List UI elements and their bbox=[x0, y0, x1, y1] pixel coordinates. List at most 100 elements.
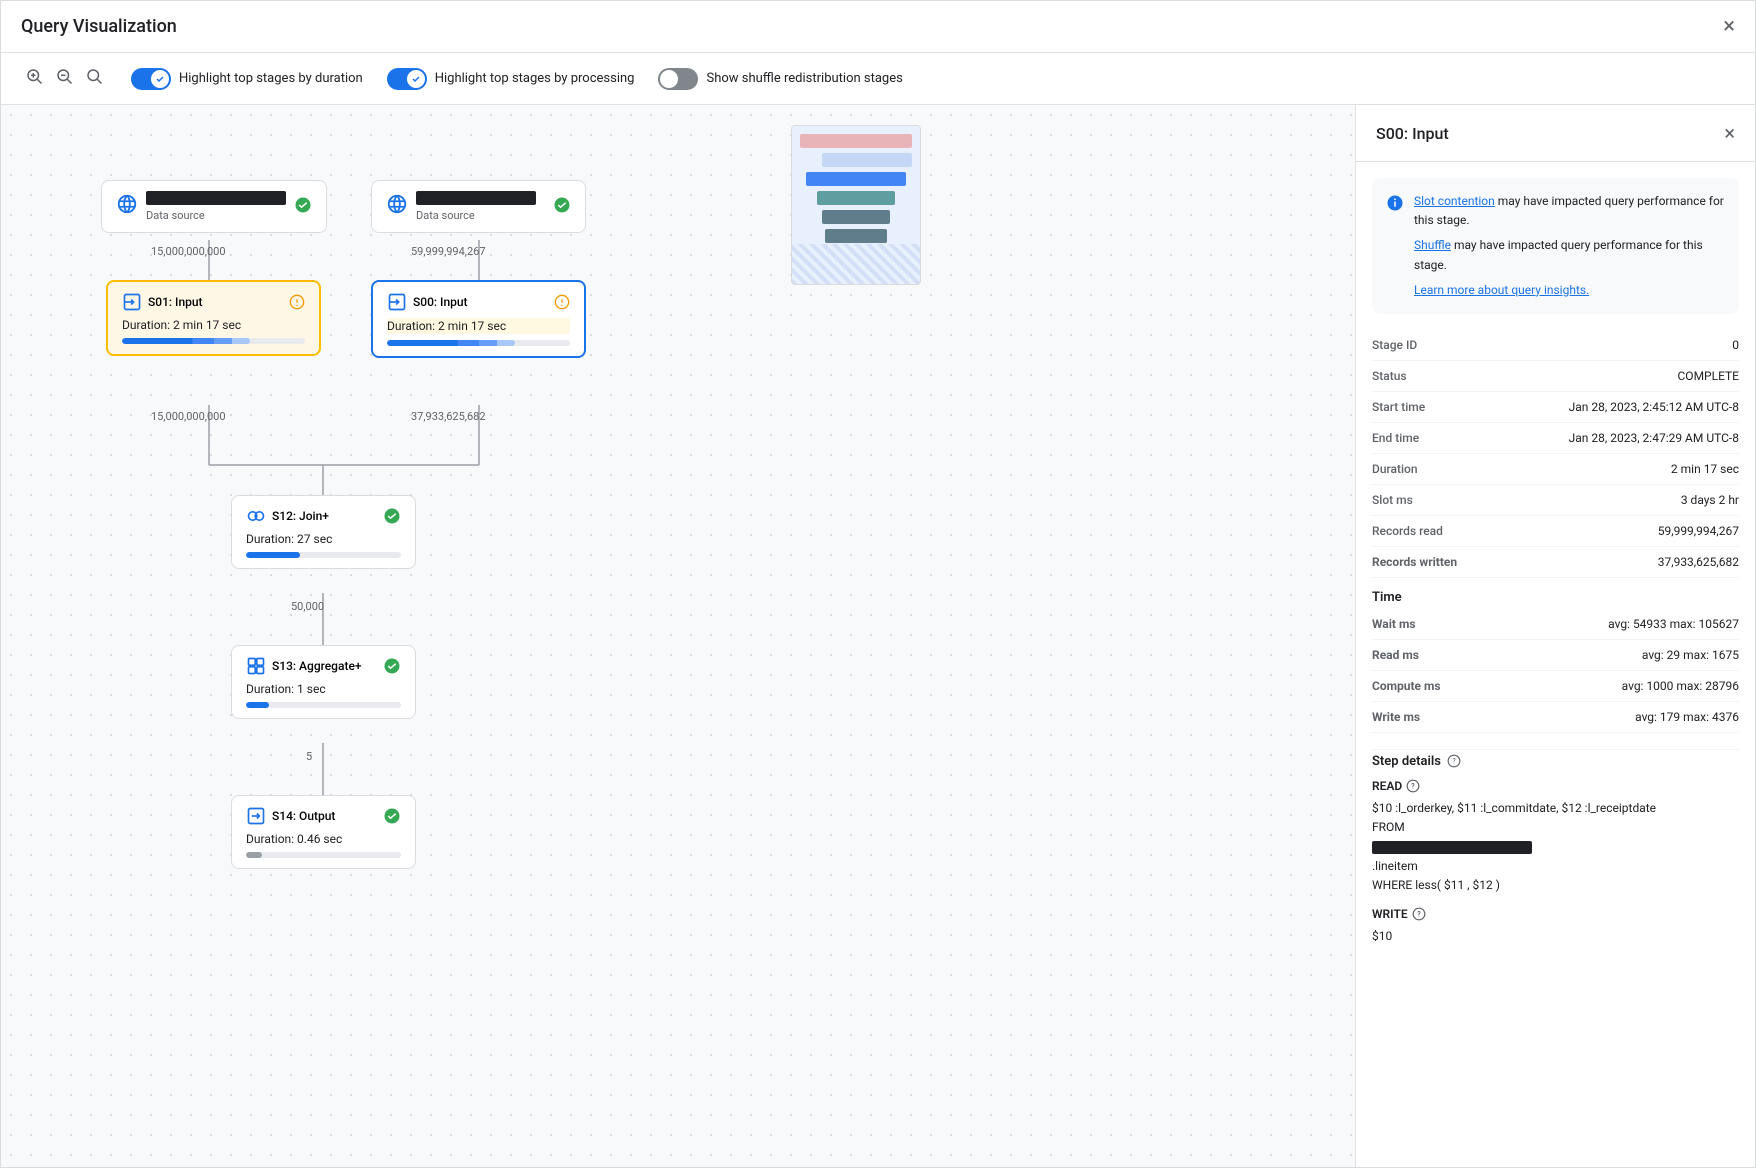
datasource-left-label: Data source bbox=[146, 209, 286, 222]
wait-ms-label: Wait ms bbox=[1372, 617, 1492, 631]
info-box: Slot contention may have impacted query … bbox=[1372, 178, 1739, 314]
detail-row-slotms: Slot ms 3 days 2 hr bbox=[1372, 485, 1739, 516]
count-label-s13-s14: 5 bbox=[306, 750, 312, 763]
s12-duration: Duration: 27 sec bbox=[246, 532, 401, 546]
s14-title: S14: Output bbox=[272, 809, 335, 823]
step-details-help-icon: ? bbox=[1447, 754, 1461, 768]
toggle-shuffle-label: Show shuffle redistribution stages bbox=[706, 71, 902, 86]
write-step-value: $10 bbox=[1372, 927, 1739, 946]
detail-row-wait-ms: Wait ms avg: 54933 max: 105627 bbox=[1372, 609, 1739, 640]
table-name-redacted bbox=[1372, 841, 1532, 854]
s00-duration: Duration: 2 min 17 sec bbox=[387, 318, 570, 334]
dialog-title: Query Visualization bbox=[21, 16, 177, 37]
s14-node[interactable]: S14: Output Duration: 0.46 sec bbox=[231, 795, 416, 869]
s01-progress-bar bbox=[122, 338, 305, 344]
s00-node[interactable]: S00: Input Duration: 2 min 17 sec bbox=[371, 280, 586, 358]
start-time-label: Start time bbox=[1372, 400, 1492, 414]
right-panel: S00: Input × Slot contention may have im… bbox=[1355, 105, 1755, 1167]
svg-text:?: ? bbox=[1452, 758, 1456, 766]
s00-title: S00: Input bbox=[413, 295, 468, 309]
toggle-processing-label: Highlight top stages by processing bbox=[435, 71, 635, 86]
slot-contention-link[interactable]: Slot contention bbox=[1414, 194, 1495, 208]
panel-close-button[interactable]: × bbox=[1724, 121, 1735, 145]
svg-text:?: ? bbox=[1417, 910, 1421, 918]
main-content: 15,000,000,000 59,999,994,267 15,000,000… bbox=[1, 105, 1755, 1167]
s12-node[interactable]: S12: Join+ Duration: 27 sec bbox=[231, 495, 416, 569]
toggle-processing-switch[interactable] bbox=[387, 68, 427, 90]
compute-ms-value: avg: 1000 max: 28796 bbox=[1622, 679, 1739, 693]
minimap-thumbnail bbox=[791, 125, 921, 285]
s14-icon bbox=[246, 806, 266, 826]
count-label-ds-left: 15,000,000,000 bbox=[151, 245, 226, 258]
s13-check-icon bbox=[383, 657, 401, 675]
detail-row-records-read: Records read 59,999,994,267 bbox=[1372, 516, 1739, 547]
toggle-duration-switch[interactable] bbox=[131, 68, 171, 90]
connector-lines bbox=[1, 105, 901, 1005]
datasource-right-check bbox=[553, 196, 571, 218]
step-details-title: Step details bbox=[1372, 754, 1441, 769]
toggle-shuffle-group: Show shuffle redistribution stages bbox=[658, 68, 902, 90]
detail-row-duration: Duration 2 min 17 sec bbox=[1372, 454, 1739, 485]
zoom-reset-button[interactable] bbox=[81, 63, 107, 94]
s01-icon bbox=[122, 292, 142, 312]
write-help-icon: ? bbox=[1412, 907, 1426, 921]
write-ms-value: avg: 179 max: 4376 bbox=[1635, 710, 1739, 724]
info-line2: may have impacted query performance for … bbox=[1414, 238, 1703, 271]
write-step-section: WRITE ? $10 bbox=[1372, 907, 1739, 946]
title-bar-close-button[interactable]: × bbox=[1723, 14, 1735, 39]
slot-ms-label: Slot ms bbox=[1372, 493, 1492, 507]
read-help-icon: ? bbox=[1406, 779, 1420, 793]
panel-header: S00: Input × bbox=[1356, 105, 1755, 162]
s14-check-icon bbox=[383, 807, 401, 825]
detail-row-records-written: Records written 37,933,625,682 bbox=[1372, 547, 1739, 578]
panel-title: S00: Input bbox=[1376, 124, 1449, 143]
s12-icon bbox=[246, 506, 266, 526]
detail-row-status: Status COMPLETE bbox=[1372, 361, 1739, 392]
s01-warning-icon bbox=[289, 294, 305, 310]
zoom-controls bbox=[21, 63, 107, 94]
compute-ms-label: Compute ms bbox=[1372, 679, 1492, 693]
step-details-section: Step details ? READ ? $10 :l_orderkey, $… bbox=[1356, 749, 1755, 974]
toggle-duration-group: Highlight top stages by duration bbox=[131, 68, 363, 90]
start-time-value: Jan 28, 2023, 2:45:12 AM UTC-8 bbox=[1569, 400, 1739, 414]
toggle-processing-group: Highlight top stages by processing bbox=[387, 68, 635, 90]
info-content: Slot contention may have impacted query … bbox=[1414, 192, 1725, 300]
s13-duration: Duration: 1 sec bbox=[246, 682, 401, 696]
read-step-section: READ ? $10 :l_orderkey, $11 :l_commitdat… bbox=[1372, 779, 1739, 895]
detail-row-endtime: End time Jan 28, 2023, 2:47:29 AM UTC-8 bbox=[1372, 423, 1739, 454]
end-time-value: Jan 28, 2023, 2:47:29 AM UTC-8 bbox=[1569, 431, 1739, 445]
s13-node[interactable]: S13: Aggregate+ Duration: 1 sec bbox=[231, 645, 416, 719]
toolbar: Highlight top stages by duration Highlig… bbox=[1, 53, 1755, 105]
count-label-s00-s12: 37,933,625,682 bbox=[411, 410, 486, 423]
title-bar: Query Visualization × bbox=[1, 1, 1755, 53]
zoom-out-button[interactable] bbox=[51, 63, 77, 94]
info-icon bbox=[1386, 194, 1404, 300]
wait-ms-value: avg: 54933 max: 105627 bbox=[1608, 617, 1739, 631]
detail-row-starttime: Start time Jan 28, 2023, 2:45:12 AM UTC-… bbox=[1372, 392, 1739, 423]
stage-id-label: Stage ID bbox=[1372, 338, 1492, 352]
s00-icon bbox=[387, 292, 407, 312]
s12-check-icon bbox=[383, 507, 401, 525]
count-label-s12-s13: 50,000 bbox=[291, 600, 324, 613]
canvas-inner: 15,000,000,000 59,999,994,267 15,000,000… bbox=[1, 105, 941, 1005]
s13-icon bbox=[246, 656, 266, 676]
status-label: Status bbox=[1372, 369, 1492, 383]
learn-more-link[interactable]: Learn more about query insights. bbox=[1414, 283, 1589, 297]
s01-node[interactable]: S01: Input Duration: 2 min 17 sec bbox=[106, 280, 321, 356]
count-label-ds-right: 59,999,994,267 bbox=[411, 245, 486, 258]
write-ms-label: Write ms bbox=[1372, 710, 1492, 724]
toggle-shuffle-switch[interactable] bbox=[658, 68, 698, 90]
read-ms-value: avg: 29 max: 1675 bbox=[1642, 648, 1739, 662]
shuffle-link[interactable]: Shuffle bbox=[1414, 238, 1451, 252]
datasource-left-name-redacted bbox=[146, 191, 286, 205]
s13-title: S13: Aggregate+ bbox=[272, 659, 362, 673]
detail-row-write-ms: Write ms avg: 179 max: 4376 bbox=[1372, 702, 1739, 733]
datasource-left-icon bbox=[116, 193, 138, 220]
datasource-right-icon bbox=[386, 193, 408, 220]
s13-progress-bar bbox=[246, 702, 401, 708]
canvas-area[interactable]: 15,000,000,000 59,999,994,267 15,000,000… bbox=[1, 105, 1355, 1167]
read-step-value: $10 :l_orderkey, $11 :l_commitdate, $12 … bbox=[1372, 799, 1739, 895]
records-written-value: 37,933,625,682 bbox=[1658, 555, 1739, 569]
zoom-in-button[interactable] bbox=[21, 63, 47, 94]
s12-progress-bar bbox=[246, 552, 401, 558]
